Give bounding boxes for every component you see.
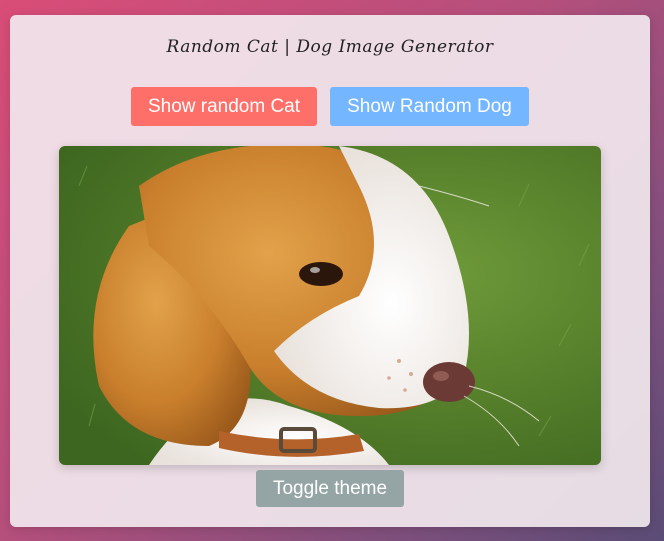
toggle-theme-button[interactable]: Toggle theme — [256, 470, 404, 507]
show-random-cat-button[interactable]: Show random Cat — [131, 87, 317, 126]
random-image — [59, 146, 601, 465]
show-random-dog-button[interactable]: Show Random Dog — [330, 87, 529, 126]
page-title: Random Cat | Dog Image Generator — [166, 37, 494, 57]
main-card: Random Cat | Dog Image Generator Show ra… — [10, 15, 650, 527]
puppy-photo — [59, 146, 601, 465]
